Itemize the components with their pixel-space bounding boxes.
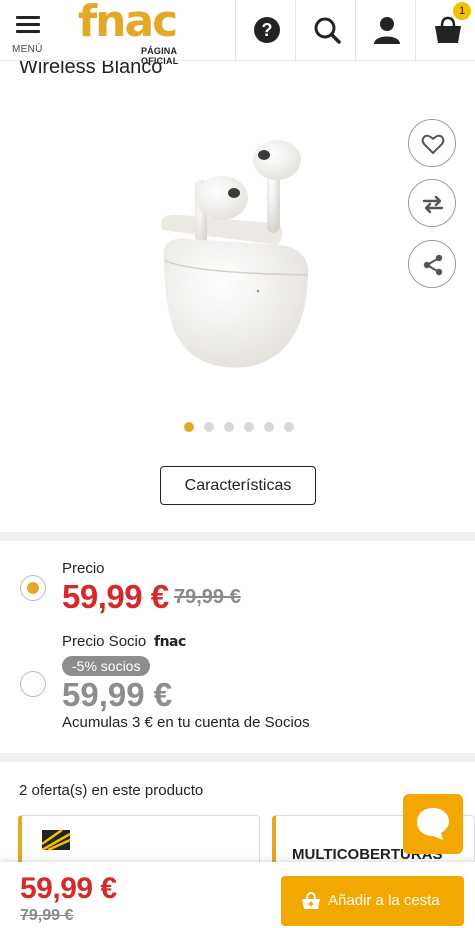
section-divider <box>0 753 475 762</box>
seller-logo-icon <box>42 830 70 850</box>
wishlist-button[interactable] <box>408 119 456 167</box>
section-divider <box>0 532 475 541</box>
compare-arrows-icon <box>422 195 444 214</box>
original-price: 79,99 € <box>174 586 241 608</box>
socio-accumulate-text: Acumulas 3 € en tu cuenta de Socios <box>62 714 310 731</box>
heart-icon <box>421 134 445 155</box>
cart-button[interactable]: 1 <box>415 0 475 61</box>
offers-title: 2 oferta(s) en este producto <box>19 782 204 799</box>
socio-price-label: Precio Socio <box>62 633 147 650</box>
fnac-logo[interactable]: fnac PÁGINA OFICIAL <box>78 0 212 66</box>
share-icon <box>423 254 443 276</box>
gallery-dot[interactable] <box>284 422 294 432</box>
search-button[interactable] <box>295 0 355 61</box>
sticky-original-price: 79,99 € <box>20 907 74 924</box>
help-button[interactable]: ? <box>235 0 295 61</box>
gallery-dot[interactable] <box>224 422 234 432</box>
basket-icon <box>435 16 461 43</box>
logo-wordmark: fnac <box>78 0 178 47</box>
gallery-dot[interactable] <box>264 422 274 432</box>
sticky-buy-bar: 59,99 € 79,99 € Añadir a la cesta <box>0 862 475 928</box>
characteristics-button[interactable]: Características <box>160 466 316 505</box>
product-page: MENÚ fnac PÁGINA OFICIAL ? 1 Wireless Bl… <box>0 0 475 928</box>
logo-subtitle: PÁGINA OFICIAL <box>141 46 179 66</box>
gallery-dot[interactable] <box>184 422 194 432</box>
menu-label: MENÚ <box>12 44 43 55</box>
current-price: 59,99 € <box>62 578 169 615</box>
account-button[interactable] <box>355 0 415 61</box>
socio-price-radio[interactable] <box>20 671 46 697</box>
search-icon <box>314 17 341 44</box>
add-to-cart-button[interactable]: Añadir a la cesta <box>281 876 464 926</box>
help-icon: ? <box>254 17 280 43</box>
price-label: Precio <box>62 560 105 577</box>
compare-button[interactable] <box>408 179 456 227</box>
product-image[interactable] <box>150 135 320 375</box>
top-header: MENÚ fnac PÁGINA OFICIAL ? 1 <box>0 0 475 66</box>
add-to-cart-label: Añadir a la cesta <box>328 892 440 909</box>
socio-discount-badge: -5% socios <box>62 656 151 676</box>
price-option-radio[interactable] <box>20 575 46 601</box>
chat-button[interactable] <box>403 794 463 854</box>
hamburger-icon <box>16 16 40 34</box>
cart-count-badge: 1 <box>453 2 471 20</box>
share-button[interactable] <box>408 240 456 288</box>
sticky-price: 59,99 € <box>20 872 117 905</box>
gallery-dot[interactable] <box>204 422 214 432</box>
svg-text:?: ? <box>262 20 273 40</box>
basket-plus-icon <box>302 892 320 909</box>
socio-fnac-logo: fnac <box>154 634 186 650</box>
user-icon <box>374 17 400 44</box>
socio-price: 59,99 € <box>62 676 173 713</box>
chat-bubble-icon <box>417 808 449 840</box>
menu-button[interactable]: MENÚ <box>0 0 58 61</box>
gallery-dot[interactable] <box>244 422 254 432</box>
